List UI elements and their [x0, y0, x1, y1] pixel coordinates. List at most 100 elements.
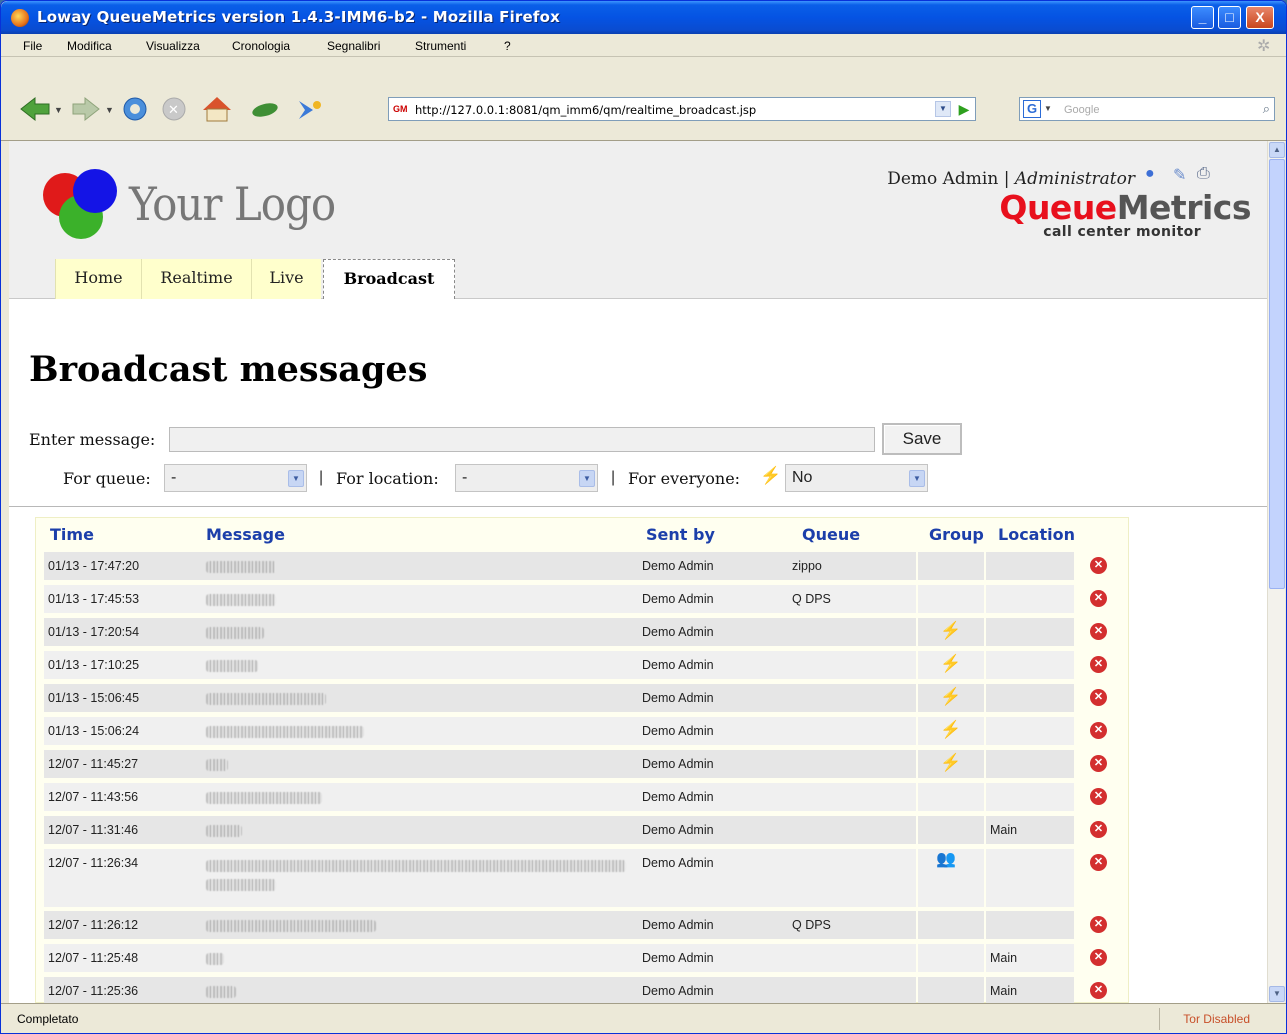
firefox-icon — [11, 9, 29, 27]
cell-group — [918, 783, 984, 811]
cell-queue — [788, 944, 916, 972]
col-message[interactable]: Message — [206, 525, 285, 544]
messages-table: Time Message Sent by Queue Group Locatio… — [35, 517, 1129, 1003]
cell-time: 01/13 - 17:47:20 — [44, 552, 202, 580]
group-icon: 👥 — [936, 851, 956, 868]
save-button[interactable]: Save — [882, 423, 962, 455]
tab-home[interactable]: Home — [55, 259, 141, 299]
filter-separator: | — [319, 469, 324, 486]
cell-sent-by: Demo Admin — [638, 552, 788, 580]
delete-icon[interactable]: ✕ — [1090, 949, 1107, 966]
delete-icon[interactable]: ✕ — [1090, 788, 1107, 805]
cell-location — [986, 783, 1074, 811]
redacted-message — [206, 593, 276, 606]
forward-icon[interactable] — [72, 96, 100, 122]
url-bar[interactable]: GM http://127.0.0.1:8081/qm_imm6/qm/real… — [388, 97, 976, 121]
tab-live[interactable]: Live — [251, 259, 321, 299]
leaf-icon[interactable] — [251, 101, 279, 119]
maximize-button[interactable]: □ — [1218, 6, 1241, 29]
delete-icon[interactable]: ✕ — [1090, 916, 1107, 933]
cell-time: 12/07 - 11:45:27 — [44, 750, 202, 778]
close-button[interactable]: X — [1246, 6, 1274, 29]
menu-visualizza[interactable]: Visualizza — [146, 39, 200, 53]
user-name: Demo Admin — [887, 169, 999, 189]
svg-text:▼: ▼ — [54, 105, 63, 115]
delete-icon[interactable]: ✕ — [1090, 854, 1107, 871]
tab-broadcast[interactable]: Broadcast — [323, 259, 455, 299]
go-icon[interactable]: ▶ — [955, 101, 973, 117]
menu-strumenti[interactable]: Strumenti — [415, 39, 466, 53]
cell-message — [202, 651, 638, 679]
home-icon[interactable] — [203, 97, 231, 122]
table-row: 12/07 - 11:45:27 Demo Admin ⚡ ✕ — [36, 748, 1130, 781]
reload-icon[interactable] — [123, 97, 147, 121]
redacted-message — [206, 659, 258, 672]
vertical-scrollbar[interactable]: ▲ ▼ — [1267, 141, 1285, 1003]
col-queue[interactable]: Queue — [802, 525, 860, 544]
search-input[interactable]: Google — [1064, 104, 1099, 116]
col-group[interactable]: Group — [929, 525, 984, 544]
lightning-icon: ⚡ — [940, 753, 962, 772]
engine-dropdown-icon[interactable]: ▼ — [1044, 104, 1052, 113]
delete-icon[interactable]: ✕ — [1090, 755, 1107, 772]
delete-icon[interactable]: ✕ — [1090, 821, 1107, 838]
search-icon[interactable]: ⌕ — [1263, 101, 1270, 117]
for-everyone-label: For everyone: — [628, 469, 741, 488]
cell-time: 01/13 - 17:20:54 — [44, 618, 202, 646]
printer-icon[interactable]: ⎙ — [1197, 165, 1210, 183]
url-input[interactable]: http://127.0.0.1:8081/qm_imm6/qm/realtim… — [415, 103, 756, 117]
divider — [9, 506, 1267, 507]
scroll-thumb[interactable] — [1269, 159, 1285, 589]
cell-time: 12/07 - 11:25:48 — [44, 944, 202, 972]
cell-group — [918, 816, 984, 844]
delete-icon[interactable]: ✕ — [1090, 722, 1107, 739]
delete-icon[interactable]: ✕ — [1090, 557, 1107, 574]
tor-status[interactable]: Tor Disabled — [1183, 1012, 1250, 1026]
queue-select[interactable]: - ▼ — [164, 464, 307, 492]
search-bar[interactable]: G ▼ Google ⌕ — [1019, 97, 1275, 121]
search-engine-icon[interactable]: G — [1023, 100, 1041, 118]
edit-icon[interactable]: ✎ — [1173, 165, 1186, 185]
delete-icon[interactable]: ✕ — [1090, 982, 1107, 999]
delete-icon[interactable]: ✕ — [1090, 656, 1107, 673]
bookmark-bird-icon[interactable] — [299, 101, 321, 119]
stop-icon[interactable]: ✕ — [162, 97, 186, 121]
cell-sent-by: Demo Admin — [638, 849, 788, 907]
back-icon[interactable] — [20, 96, 50, 122]
url-dropdown-icon[interactable]: ▼ — [935, 101, 951, 117]
delete-icon[interactable]: ✕ — [1090, 623, 1107, 640]
page-header: Your Logo Demo Admin | Administrator ● ✎… — [9, 141, 1267, 299]
menu-file[interactable]: File — [23, 39, 42, 53]
minimize-button[interactable]: _ — [1191, 6, 1214, 29]
col-sent-by[interactable]: Sent by — [646, 525, 715, 544]
menu-help[interactable]: ? — [504, 39, 511, 53]
table-row: 12/07 - 11:26:34 Demo Admin 👥 ✕ — [36, 847, 1130, 909]
cell-time: 01/13 - 15:06:24 — [44, 717, 202, 745]
lightning-icon: ⚡ — [760, 466, 782, 485]
tab-realtime[interactable]: Realtime — [141, 259, 251, 299]
filter-separator: | — [611, 469, 616, 486]
info-icon[interactable]: ● — [1145, 165, 1155, 183]
cell-message — [202, 911, 638, 939]
redacted-message — [206, 859, 626, 872]
cell-location — [986, 717, 1074, 745]
redacted-message — [206, 985, 236, 998]
everyone-select[interactable]: No ▼ — [785, 464, 928, 492]
scroll-up-icon[interactable]: ▲ — [1269, 142, 1285, 158]
redacted-message — [206, 879, 276, 891]
menu-segnalibri[interactable]: Segnalibri — [327, 39, 380, 53]
scroll-down-icon[interactable]: ▼ — [1269, 986, 1285, 1002]
cell-location — [986, 750, 1074, 778]
col-time[interactable]: Time — [50, 525, 94, 544]
window-title: Loway QueueMetrics version 1.4.3-IMM6-b2… — [37, 8, 560, 26]
message-input[interactable] — [169, 427, 875, 452]
cell-time: 12/07 - 11:31:46 — [44, 816, 202, 844]
location-select[interactable]: - ▼ — [455, 464, 598, 492]
cell-queue — [788, 750, 916, 778]
for-location-label: For location: — [336, 469, 439, 488]
menu-cronologia[interactable]: Cronologia — [232, 39, 290, 53]
delete-icon[interactable]: ✕ — [1090, 689, 1107, 706]
menu-modifica[interactable]: Modifica — [67, 39, 112, 53]
delete-icon[interactable]: ✕ — [1090, 590, 1107, 607]
col-location[interactable]: Location — [998, 525, 1075, 544]
